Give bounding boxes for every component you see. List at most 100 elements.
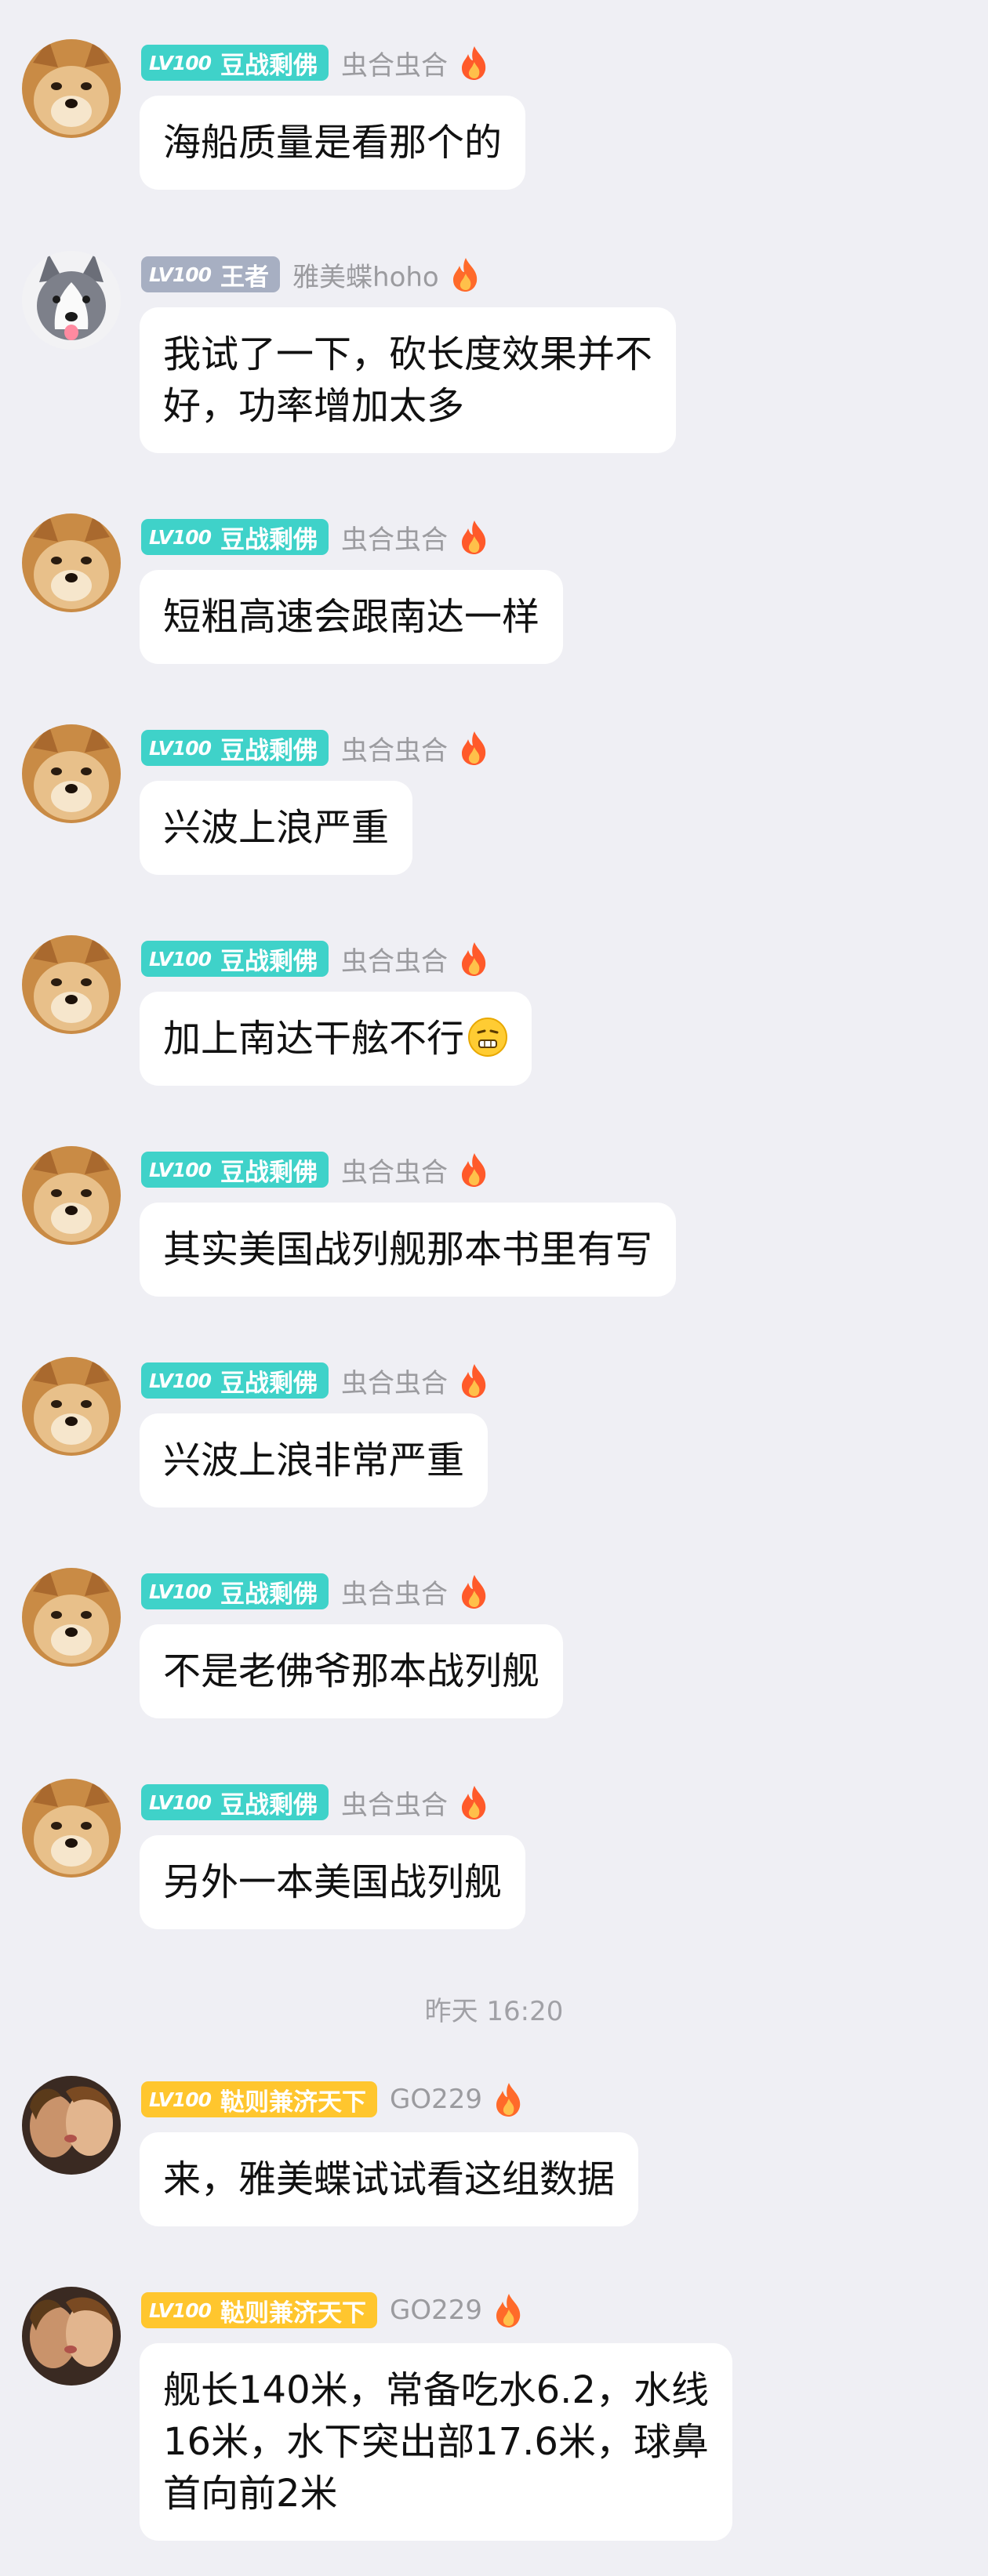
sender-nickname[interactable]: 虫合虫合 [341,1151,448,1189]
level-label: LV100 [149,1580,212,1603]
sender-nickname[interactable]: 虫合虫合 [341,1573,448,1611]
avatar-couple[interactable] [22,2076,121,2175]
message-meta: LV100 鞑则兼济天下 GO229 [141,2291,526,2329]
badge-title: 豆战剩佛 [220,736,318,765]
avatar-shiba[interactable] [22,513,121,612]
shiba-dog-avatar-icon [22,724,121,823]
level-label: LV100 [149,263,212,286]
message-bubble[interactable]: 加上南达干舷不行 [140,992,532,1086]
message-bubble[interactable]: 兴波上浪非常严重 [140,1413,489,1508]
message-bubble[interactable]: 其实美国战列舰那本书里有写 [140,1203,677,1297]
message-meta: LV100 豆战剩佛 虫合虫合 [141,44,492,82]
badge-title: 鞑则兼济天下 [220,2088,367,2117]
fire-icon [457,1573,492,1609]
badge-title: 鞑则兼济天下 [220,2298,367,2327]
shiba-dog-avatar-icon [22,1779,121,1878]
avatar-shiba[interactable] [22,39,121,138]
avatar-shiba[interactable] [22,1146,121,1245]
level-label: LV100 [149,525,212,549]
grimace-emoji-icon [467,1017,508,1058]
sender-nickname[interactable]: GO229 [390,2084,482,2115]
message-meta: LV100 豆战剩佛 虫合虫合 [141,518,492,556]
message-bubble[interactable]: 我试了一下，砍长度效果并不 好，功率增加太多 [140,307,677,453]
badge-title: 豆战剩佛 [220,525,318,554]
level-label: LV100 [149,947,212,971]
level-badge: LV100 豆战剩佛 [141,519,329,555]
message-bubble[interactable]: 兴波上浪严重 [140,781,413,875]
couple-photo-avatar-icon [22,2076,121,2175]
level-badge: LV100 王者 [141,256,281,292]
fire-icon [457,730,492,766]
level-badge: LV100 豆战剩佛 [141,1573,329,1609]
sender-nickname[interactable]: 虫合虫合 [341,1362,448,1400]
shiba-dog-avatar-icon [22,1568,121,1667]
sender-nickname[interactable]: 虫合虫合 [341,44,448,82]
level-badge: LV100 豆战剩佛 [141,1152,329,1188]
timestamp-divider: 昨天 16:20 [424,1996,564,2027]
avatar-husky[interactable] [22,251,121,350]
level-label: LV100 [149,1158,212,1181]
message-meta: LV100 豆战剩佛 虫合虫合 [141,1151,492,1188]
message-bubble[interactable]: 来，雅美蝶试试看这组数据 [140,2132,639,2226]
fire-icon [492,2292,526,2328]
avatar-couple[interactable] [22,2287,121,2386]
level-label: LV100 [149,2298,212,2322]
message-text: 加上南达干舷不行 [163,1017,465,1061]
shiba-dog-avatar-icon [22,1146,121,1245]
fire-icon [457,1152,492,1188]
sender-nickname[interactable]: 虫合虫合 [341,940,448,978]
badge-title: 豆战剩佛 [220,51,318,80]
husky-dog-avatar-icon [22,251,121,350]
sender-nickname[interactable]: 虫合虫合 [341,518,448,557]
message-meta: LV100 鞑则兼济天下 GO229 [141,2081,526,2118]
avatar-shiba[interactable] [22,724,121,823]
level-label: LV100 [149,1369,212,1392]
chat-message-list[interactable]: LV100 豆战剩佛 虫合虫合 海船质量是看那个的 LV100 王者 雅美蝶hoho [0,0,988,2576]
level-badge: LV100 鞑则兼济天下 [141,2292,378,2328]
avatar-shiba[interactable] [22,935,121,1034]
shiba-dog-avatar-icon [22,935,121,1034]
level-badge: LV100 豆战剩佛 [141,730,329,766]
badge-title: 豆战剩佛 [220,1791,318,1820]
message-meta: LV100 豆战剩佛 虫合虫合 [141,729,492,767]
sender-nickname[interactable]: GO229 [390,2295,482,2326]
fire-icon [492,2081,526,2117]
message-meta: LV100 豆战剩佛 虫合虫合 [141,940,492,978]
level-badge: LV100 豆战剩佛 [141,1784,329,1820]
level-badge: LV100 豆战剩佛 [141,1362,329,1399]
message-meta: LV100 豆战剩佛 虫合虫合 [141,1573,492,1610]
message-meta: LV100 王者 雅美蝶hoho [141,256,483,293]
level-label: LV100 [149,2088,212,2111]
level-label: LV100 [149,736,212,760]
avatar-shiba[interactable] [22,1357,121,1456]
message-meta: LV100 豆战剩佛 虫合虫合 [141,1783,492,1821]
message-bubble[interactable]: 短粗高速会跟南达一样 [140,570,564,664]
message-bubble[interactable]: 海船质量是看那个的 [140,96,526,190]
sender-nickname[interactable]: 雅美蝶hoho [292,256,439,294]
fire-icon [457,1362,492,1399]
level-badge: LV100 豆战剩佛 [141,941,329,977]
badge-title: 豆战剩佛 [220,1158,318,1187]
shiba-dog-avatar-icon [22,39,121,138]
shiba-dog-avatar-icon [22,1357,121,1456]
level-label: LV100 [149,1791,212,1814]
message-bubble[interactable]: 舰长140米，常备吃水6.2，水线 16米，水下突出部17.6米，球鼻 首向前2… [140,2343,732,2541]
message-meta: LV100 豆战剩佛 虫合虫合 [141,1362,492,1399]
fire-icon [457,1784,492,1820]
avatar-shiba[interactable] [22,1568,121,1667]
fire-icon [457,941,492,977]
message-bubble[interactable]: 不是老佛爷那本战列舰 [140,1624,564,1718]
fire-icon [449,256,483,292]
badge-title: 王者 [220,263,270,292]
message-bubble[interactable]: 另外一本美国战列舰 [140,1835,526,1929]
sender-nickname[interactable]: 虫合虫合 [341,1783,448,1822]
level-badge: LV100 鞑则兼济天下 [141,2081,378,2117]
badge-title: 豆战剩佛 [220,1369,318,1398]
avatar-shiba[interactable] [22,1779,121,1878]
level-label: LV100 [149,51,212,74]
badge-title: 豆战剩佛 [220,947,318,976]
level-badge: LV100 豆战剩佛 [141,45,329,81]
sender-nickname[interactable]: 虫合虫合 [341,729,448,767]
shiba-dog-avatar-icon [22,513,121,612]
badge-title: 豆战剩佛 [220,1580,318,1609]
